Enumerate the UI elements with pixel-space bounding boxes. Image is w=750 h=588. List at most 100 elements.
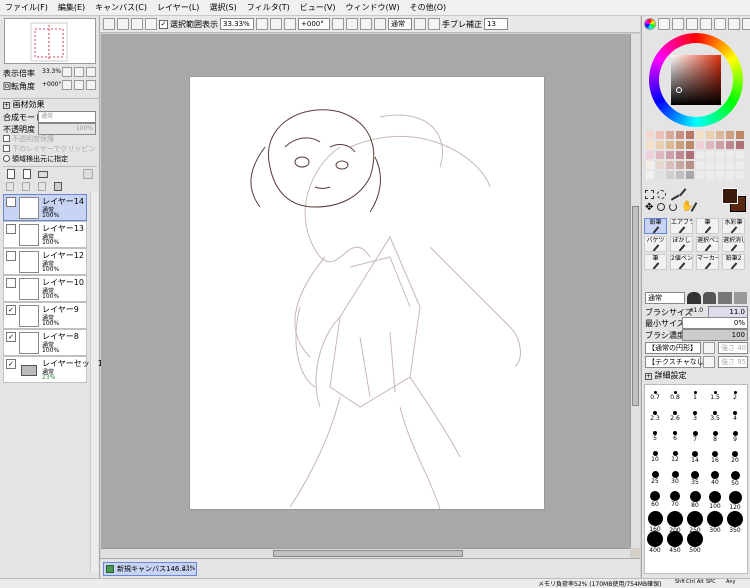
brush-size-preset[interactable]: 2 — [725, 391, 745, 401]
brush-tip-shapes[interactable] — [687, 292, 747, 304]
rect-select-icon[interactable] — [645, 190, 654, 199]
menu-item[interactable]: 編集(E) — [53, 0, 90, 16]
nav-rotate-left-button[interactable] — [62, 80, 72, 90]
brush-size-preset[interactable]: 10 — [645, 451, 665, 463]
nav-zoom-in-button[interactable] — [74, 67, 84, 77]
menu-item[interactable]: ウィンドウ(W) — [340, 0, 404, 16]
brush-size-preset[interactable]: 1 — [685, 391, 705, 401]
color-swatch[interactable] — [686, 171, 694, 179]
color-swatch[interactable] — [696, 151, 704, 159]
color-swatch[interactable] — [646, 161, 654, 169]
brush-size-preset[interactable]: 2.3 — [645, 411, 665, 422]
rotate-left-button[interactable] — [332, 18, 344, 30]
drawing-canvas[interactable] — [190, 77, 544, 510]
color-swatch[interactable] — [716, 171, 724, 179]
flip-button[interactable] — [374, 18, 386, 30]
brush-size-preset[interactable]: 300 — [705, 511, 725, 534]
brush-size-preset[interactable]: 500 — [685, 531, 705, 554]
color-swatch[interactable] — [716, 161, 724, 169]
menu-item[interactable]: ファイル(F) — [0, 0, 53, 16]
color-swatch[interactable] — [656, 171, 664, 179]
brush-size-preset[interactable]: 3 — [685, 411, 705, 422]
protect-opacity-checkbox[interactable] — [3, 135, 10, 142]
menu-item[interactable]: レイヤー(L) — [152, 0, 204, 16]
color-swatch[interactable] — [706, 161, 714, 169]
select-source-radio[interactable] — [3, 155, 10, 162]
brush-tool-button[interactable]: 鉛筆2 — [722, 254, 745, 270]
brush-size-preset[interactable]: 20 — [725, 451, 745, 464]
color-swatch[interactable] — [666, 161, 674, 169]
color-wheel[interactable] — [649, 33, 743, 127]
visibility-toggle[interactable] — [6, 197, 16, 207]
zoom-field[interactable]: 33.33% — [220, 18, 254, 30]
foreground-color-swatch[interactable] — [722, 188, 738, 204]
invert-selection-button[interactable] — [145, 18, 157, 30]
vscroll-thumb[interactable] — [632, 206, 639, 406]
hsv-slider-tab-icon[interactable] — [672, 18, 684, 30]
color-swatch[interactable] — [646, 151, 654, 159]
nav-rotate-reset-button[interactable] — [86, 80, 96, 90]
brush-tool-button[interactable]: ぼかし — [670, 236, 693, 252]
brush-size-preset[interactable]: 0.7 — [645, 391, 665, 401]
blend-mode-field[interactable]: 通常 — [388, 18, 412, 30]
color-swatch[interactable] — [726, 161, 734, 169]
color-swatch[interactable] — [686, 151, 694, 159]
color-swatch[interactable] — [686, 141, 694, 149]
brush-size-preset[interactable]: 160 — [645, 511, 665, 533]
brush-size-preset[interactable]: 400 — [645, 531, 665, 554]
saturation-value-square[interactable] — [671, 55, 721, 105]
color-swatch[interactable] — [696, 131, 704, 139]
color-swatch[interactable] — [736, 161, 744, 169]
color-swatch[interactable] — [726, 171, 734, 179]
selection-visible-checkbox[interactable]: ✓ — [159, 19, 168, 29]
brush-tool-button[interactable]: 筆 — [696, 218, 719, 234]
nav-zoom-reset-button[interactable] — [86, 67, 96, 77]
navigator-preview[interactable] — [4, 18, 96, 64]
visibility-toggle[interactable]: ✓ — [6, 332, 16, 342]
layer-row[interactable]: レイヤー12 通常 100% — [3, 248, 87, 275]
menu-item[interactable]: フィルタ(T) — [242, 0, 295, 16]
color-swatch[interactable] — [656, 141, 664, 149]
brush-texture-dropdown[interactable] — [703, 356, 715, 368]
canvas-vertical-scrollbar[interactable] — [630, 34, 640, 548]
effects-header[interactable]: + 画材効果 — [0, 98, 100, 109]
color-swatch[interactable] — [666, 151, 674, 159]
color-swatch[interactable] — [706, 151, 714, 159]
brush-size-preset[interactable]: 12 — [665, 451, 685, 463]
brush-size-preset[interactable]: 40 — [705, 471, 725, 486]
brush-tool-button[interactable]: 選択消し — [722, 236, 745, 252]
clear-icon[interactable] — [22, 182, 30, 191]
brush-size-preset[interactable]: 450 — [665, 531, 685, 554]
color-swatch[interactable] — [736, 141, 744, 149]
color-swatch[interactable] — [676, 171, 684, 179]
brush-tool-button[interactable]: 鉛筆 — [644, 218, 667, 234]
color-swatch[interactable] — [676, 151, 684, 159]
brush-size-preset[interactable]: 1.5 — [705, 391, 725, 401]
brush-size-multiplier[interactable]: x1.0 — [690, 307, 703, 314]
brush-shape-dropdown[interactable] — [703, 342, 715, 354]
brush-size-preset[interactable]: 60 — [645, 491, 665, 508]
move-icon[interactable]: ✥ — [645, 203, 653, 213]
color-swatch[interactable] — [646, 171, 654, 179]
lasso-icon[interactable] — [657, 190, 666, 199]
brush-tool-button[interactable]: 選択ペン — [696, 236, 719, 252]
zoom-out-button[interactable] — [256, 18, 268, 30]
tip-square-icon[interactable] — [733, 292, 747, 304]
visibility-toggle[interactable]: ✓ — [6, 305, 16, 315]
undo-button[interactable] — [103, 18, 115, 30]
brush-size-preset[interactable]: 7 — [685, 431, 705, 443]
tip-round-icon[interactable] — [687, 292, 701, 304]
color-swatch[interactable] — [736, 131, 744, 139]
stabilizer-field[interactable]: 13 — [484, 18, 508, 30]
color-swatch[interactable] — [716, 151, 724, 159]
tip-flat-icon[interactable] — [718, 292, 732, 304]
layer-row[interactable]: レイヤー14 通常 100% — [3, 194, 87, 221]
rotate-reset-button[interactable] — [360, 18, 372, 30]
color-wheel-tab-icon[interactable] — [644, 18, 656, 30]
new-folder-icon[interactable] — [38, 171, 48, 178]
color-swatch[interactable] — [706, 131, 714, 139]
color-swatch[interactable] — [676, 161, 684, 169]
canvas-tab[interactable]: 新規キャンバス146.s... 33% — [103, 562, 197, 576]
color-swatch[interactable] — [676, 131, 684, 139]
brush-tool-button[interactable]: 水彩筆 — [722, 218, 745, 234]
